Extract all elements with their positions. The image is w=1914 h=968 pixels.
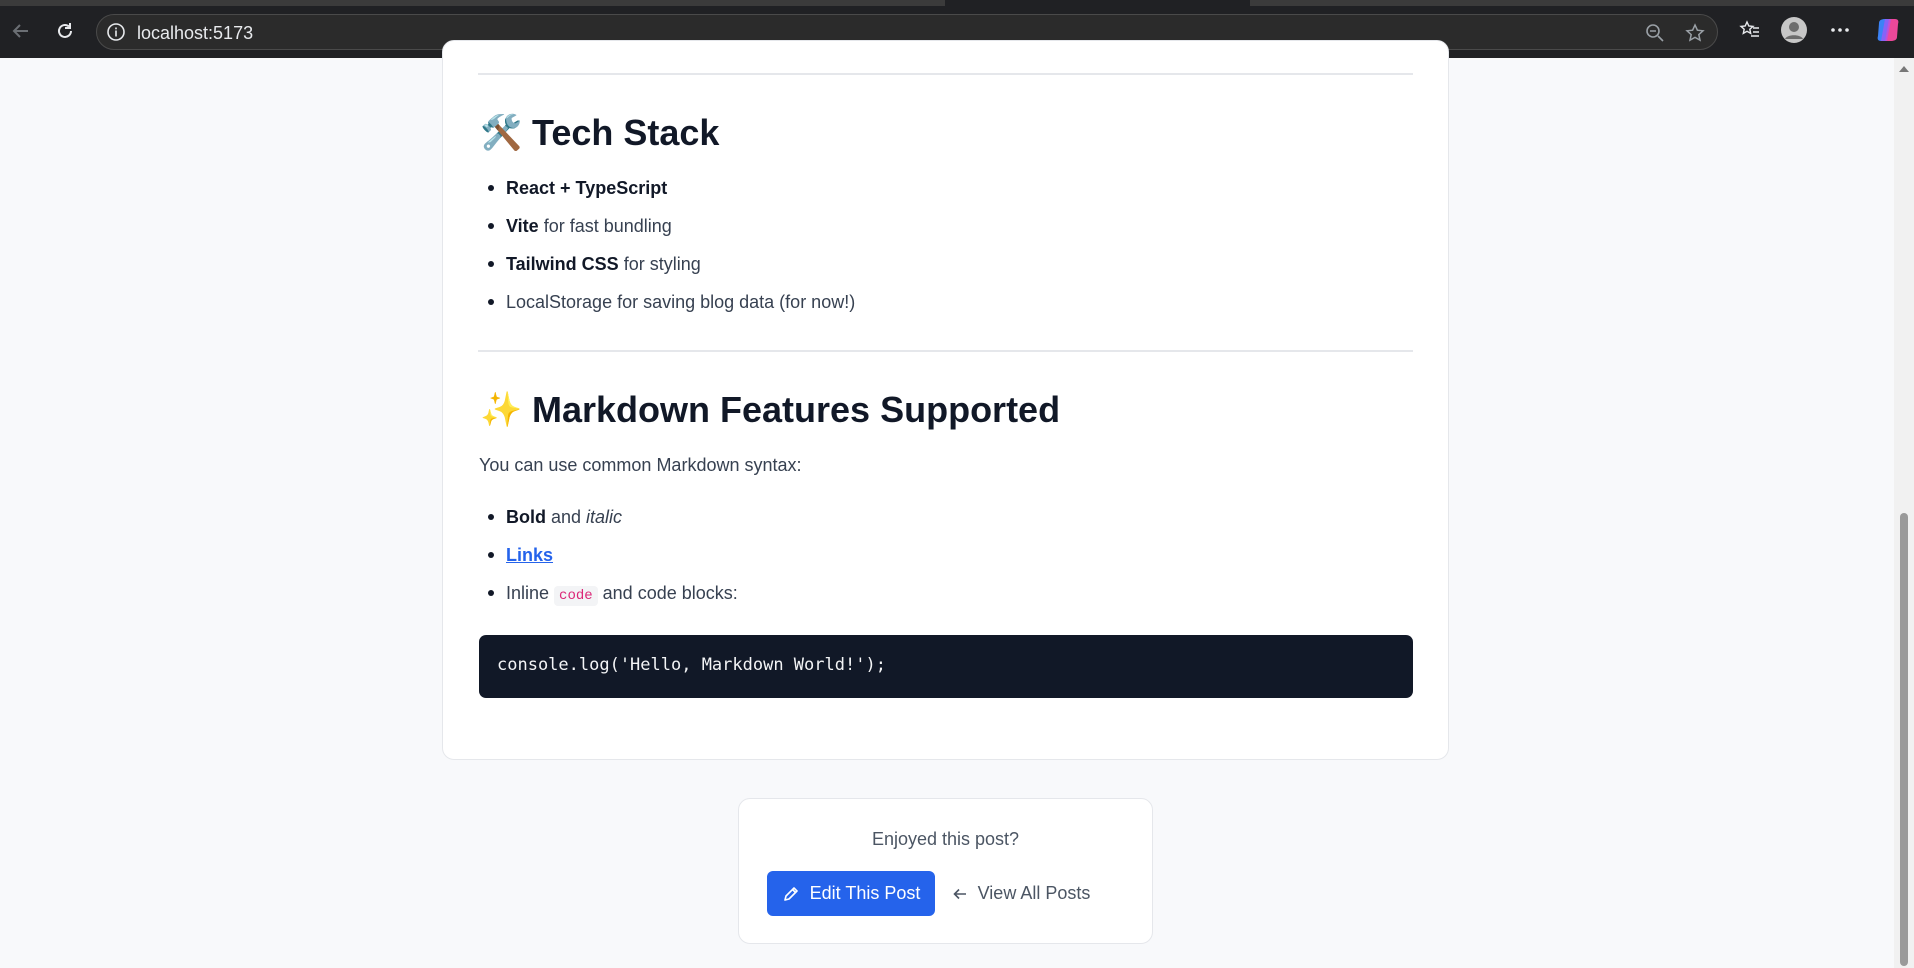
divider bbox=[478, 73, 1413, 75]
list-item: Links bbox=[480, 543, 738, 581]
list-item: LocalStorage for saving blog data (for n… bbox=[480, 290, 855, 328]
scroll-thumb[interactable] bbox=[1900, 513, 1908, 966]
view-all-posts-button[interactable]: View All Posts bbox=[951, 871, 1091, 916]
list-item: Bold and italic bbox=[480, 505, 738, 543]
heading-text: Tech Stack bbox=[532, 112, 720, 153]
tech-stack-list: React + TypeScript Vite for fast bundlin… bbox=[480, 176, 855, 328]
tab-strip bbox=[0, 0, 945, 6]
arrow-left-icon bbox=[952, 888, 966, 899]
post-actions-card: Enjoyed this post? Edit This Post View A… bbox=[738, 798, 1153, 944]
list-item: Vite for fast bundling bbox=[480, 214, 855, 252]
code-block: console.log('Hello, Markdown World!'); bbox=[479, 635, 1413, 698]
code-text: console.log('Hello, Markdown World!'); bbox=[497, 655, 886, 675]
markdown-features-list: Bold and italic Links Inline code and co… bbox=[480, 505, 738, 619]
pencil-icon bbox=[783, 886, 798, 901]
hammer-wrench-icon: 🛠️ bbox=[480, 114, 523, 152]
url-text[interactable]: localhost:5173 bbox=[137, 23, 253, 44]
view-all-posts-label: View All Posts bbox=[977, 883, 1091, 903]
list-item: React + TypeScript bbox=[480, 176, 855, 214]
copilot-icon[interactable] bbox=[1874, 16, 1902, 44]
edit-post-label: Edit This Post bbox=[809, 883, 921, 903]
edit-post-button[interactable]: Edit This Post bbox=[767, 871, 935, 916]
sparkles-icon: ✨ bbox=[480, 391, 523, 429]
list-item: Tailwind CSS for styling bbox=[480, 252, 855, 290]
list-item: Inline code and code blocks: bbox=[480, 581, 738, 619]
divider bbox=[478, 350, 1413, 352]
site-info-icon[interactable] bbox=[107, 23, 125, 41]
links-link[interactable]: Links bbox=[506, 545, 553, 565]
reload-icon[interactable] bbox=[50, 16, 80, 46]
tab-strip bbox=[1250, 0, 1914, 6]
back-icon[interactable] bbox=[6, 16, 36, 46]
tech-stack-heading: 🛠️ Tech Stack bbox=[480, 112, 719, 154]
markdown-features-heading: ✨ Markdown Features Supported bbox=[480, 389, 1060, 431]
favorites-icon[interactable] bbox=[1736, 16, 1764, 44]
footer-question: Enjoyed this post? bbox=[871, 829, 1020, 849]
page-scrollbar[interactable] bbox=[1894, 58, 1914, 968]
scroll-up-icon[interactable] bbox=[1899, 66, 1909, 72]
inline-code: code bbox=[554, 586, 598, 606]
zoom-out-icon[interactable] bbox=[1645, 23, 1665, 43]
star-icon[interactable] bbox=[1685, 23, 1705, 43]
profile-avatar-icon[interactable] bbox=[1780, 16, 1808, 44]
more-options-icon[interactable] bbox=[1826, 16, 1854, 44]
markdown-intro: You can use common Markdown syntax: bbox=[479, 455, 802, 475]
heading-text: Markdown Features Supported bbox=[532, 389, 1061, 430]
